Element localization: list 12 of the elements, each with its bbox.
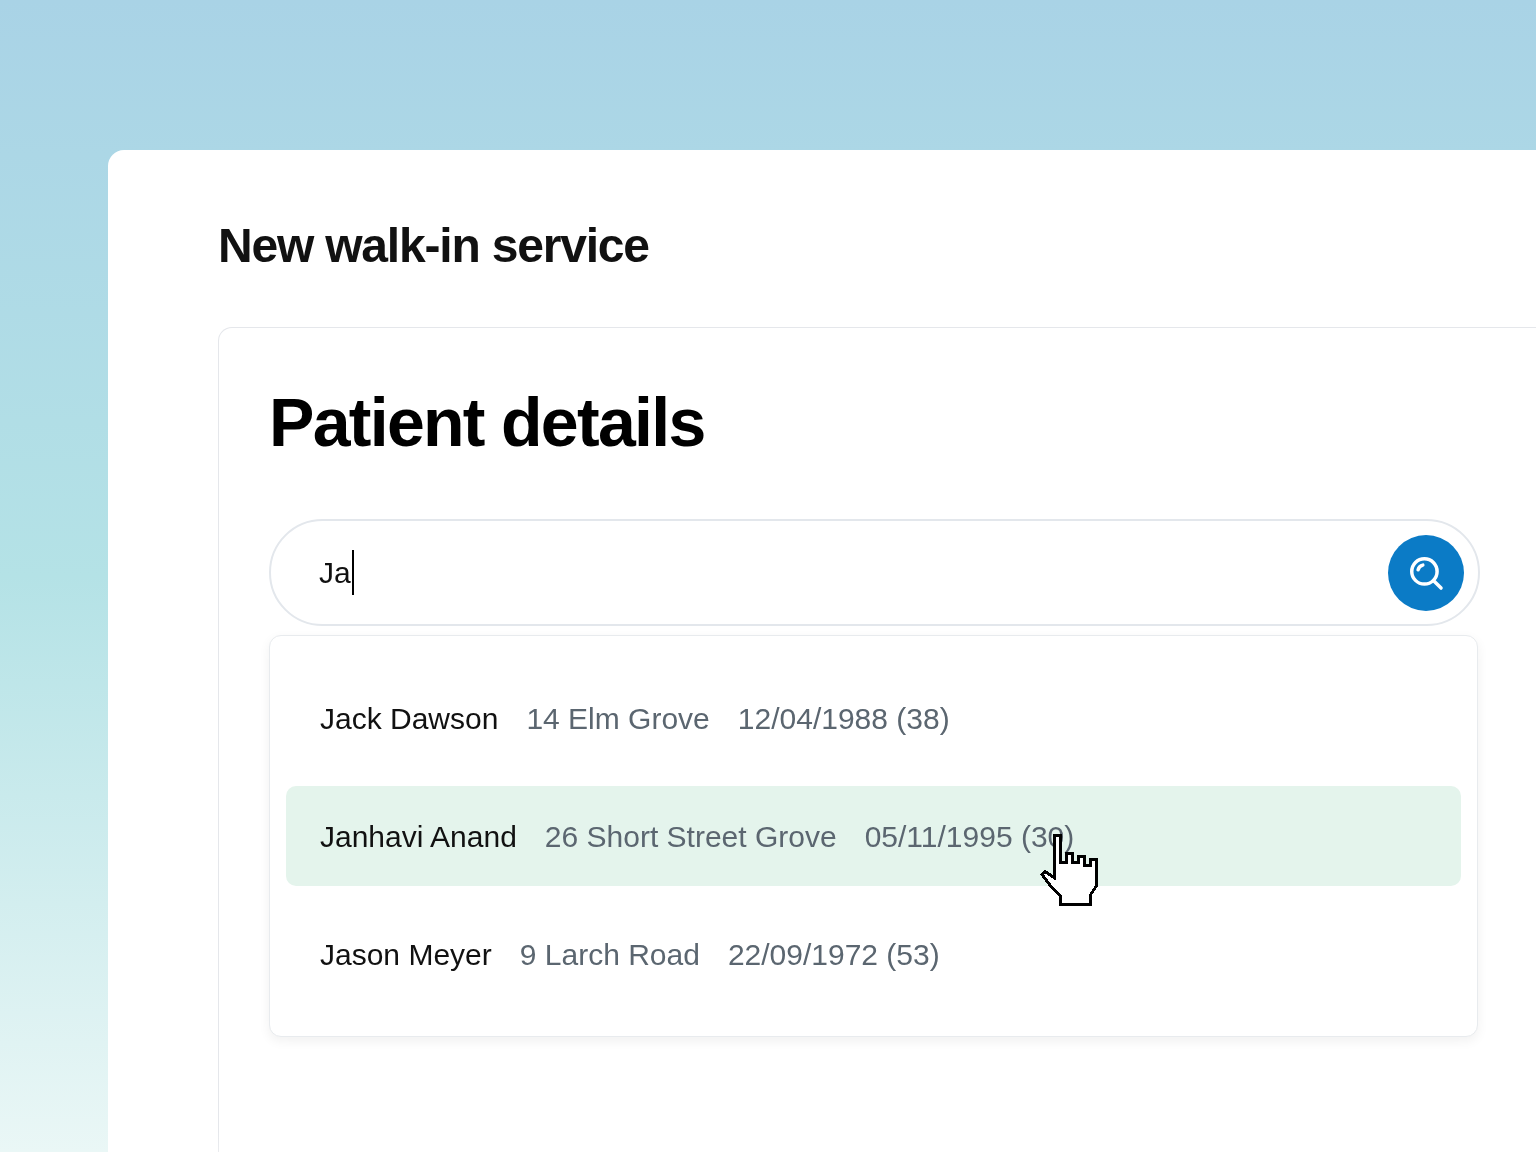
patient-name: Jack Dawson (320, 700, 499, 737)
patient-address: 26 Short Street Grove (544, 818, 837, 855)
patient-address: 14 Elm Grove (526, 700, 710, 737)
patient-name: Jason Meyer (320, 936, 492, 973)
page-title: New walk-in service (218, 222, 650, 270)
patient-dob: 12/04/1988 (38) (737, 700, 950, 737)
search-button[interactable] (1388, 534, 1464, 611)
card-title: Patient details (269, 388, 706, 456)
search-field[interactable]: Ja (269, 519, 1480, 626)
patient-address: 9 Larch Road (519, 936, 700, 973)
patient-dob: 22/09/1972 (53) (727, 936, 940, 973)
patient-name: Janhavi Anand (320, 818, 517, 855)
